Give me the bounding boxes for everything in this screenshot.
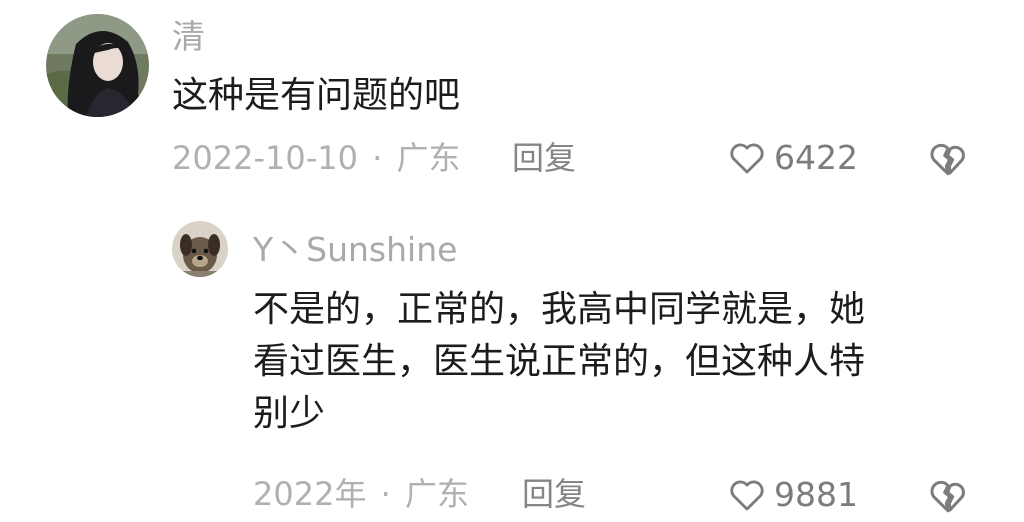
heart-outline-icon [730,480,764,511]
comment-meta: 2022-10-10 · 广东 [172,142,461,174]
reply-text-line: 别少 [253,393,326,434]
comment-date: 2022-10-10 [172,139,358,177]
like-count: 6422 [774,137,858,177]
reply-button[interactable]: 回复 [522,478,586,510]
like-button[interactable]: 9881 [728,476,858,512]
meta-separator: · [380,475,391,513]
dislike-button[interactable] [928,476,968,518]
reply-text-line: 看过医生，医生说正常的，但这种人特 [253,341,866,382]
meta-separator: · [372,139,383,177]
reply-location: 广东 [404,475,469,513]
heart-outline-icon [730,143,764,174]
avatar-girl-image [46,14,149,117]
comment-username[interactable]: 清 [172,20,205,53]
avatar[interactable] [172,221,228,277]
reply-button[interactable]: 回复 [512,142,576,174]
reply-text: 不是的，正常的，我高中同学就是，她 看过医生，医生说正常的，但这种人特 别少 [253,284,993,440]
broken-heart-icon [930,480,965,513]
like-button[interactable]: 6422 [728,139,858,175]
reply-date: 2022年 [253,475,367,513]
avatar-dog-image [172,221,228,277]
reply-username[interactable]: Y丶Sunshine [253,233,457,266]
like-count: 9881 [774,474,858,514]
comment-location: 广东 [396,139,461,177]
comment-text: 这种是有问题的吧 [172,75,461,116]
broken-heart-icon [930,143,965,176]
dislike-button[interactable] [928,139,968,181]
reply-text-line: 不是的，正常的，我高中同学就是，她 [253,289,866,330]
reply-meta: 2022年 · 广东 [253,478,469,510]
avatar[interactable] [46,14,149,117]
